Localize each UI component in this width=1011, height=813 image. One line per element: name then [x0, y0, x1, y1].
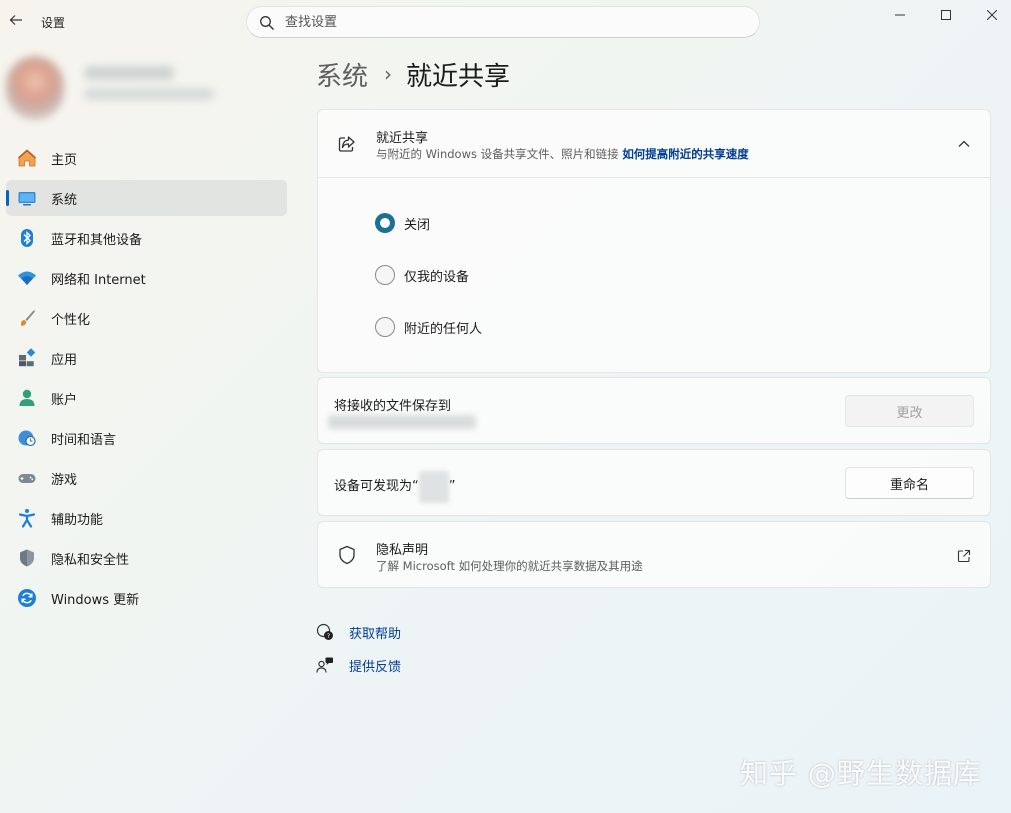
radio-option-off[interactable]: 关闭	[375, 211, 430, 235]
radio-option-my-devices[interactable]: 仅我的设备	[375, 263, 469, 287]
sidebar-item-home[interactable]: 主页	[6, 140, 287, 176]
give-feedback-link[interactable]: 提供反馈	[316, 653, 401, 677]
user-profile[interactable]	[6, 56, 236, 120]
maximize-button[interactable]	[923, 0, 969, 30]
nearby-sharing-subtitle: 与附近的 Windows 设备共享文件、照片和链接 如何提高附近的共享速度	[376, 146, 749, 162]
sidebar-item-apps[interactable]: 应用	[6, 340, 287, 376]
sidebar-item-gaming[interactable]: 游戏	[6, 460, 287, 496]
avatar	[6, 56, 64, 120]
help-chat-icon: ?	[316, 623, 334, 641]
sidebar-item-label: 系统	[51, 192, 78, 208]
globe-clock-icon	[17, 428, 37, 448]
sidebar-item-label: 游戏	[51, 472, 78, 488]
maximize-icon	[941, 10, 951, 20]
minimize-button[interactable]	[877, 0, 923, 30]
bluetooth-icon	[17, 228, 37, 248]
brush-icon	[17, 308, 37, 328]
shield-icon	[17, 548, 37, 568]
profile-email-redacted	[84, 88, 214, 100]
close-icon	[987, 10, 997, 20]
sidebar-nav: 主页 系统 蓝牙和其他设备 网络和 Internet 个性化 应用 账户 时间和…	[6, 140, 287, 620]
system-display-icon	[17, 188, 37, 208]
radio-label: 关闭	[404, 217, 431, 233]
feedback-icon	[316, 656, 334, 674]
sidebar-item-label: 蓝牙和其他设备	[51, 232, 143, 248]
shield-outline-icon	[336, 544, 358, 566]
sidebar-item-privacy-security[interactable]: 隐私和安全性	[6, 540, 287, 576]
minimize-icon	[895, 14, 905, 16]
chevron-up-icon[interactable]	[954, 134, 974, 154]
profile-name-redacted	[84, 66, 174, 80]
update-icon	[17, 588, 37, 608]
help-links: ? 获取帮助 提供反馈	[316, 620, 401, 686]
radio-button[interactable]	[375, 317, 395, 337]
sidebar-item-label: 时间和语言	[51, 432, 117, 448]
gamepad-icon	[17, 468, 37, 488]
discoverable-title: 设备可发现为“ ”	[334, 470, 456, 503]
sidebar-item-label: 主页	[51, 152, 78, 168]
sidebar-item-bluetooth[interactable]: 蓝牙和其他设备	[6, 220, 287, 256]
nearby-sharing-title: 就近共享	[376, 131, 429, 146]
wifi-icon	[17, 268, 37, 288]
device-name-redacted	[418, 470, 449, 503]
sidebar-item-network[interactable]: 网络和 Internet	[6, 260, 287, 296]
privacy-subtitle: 了解 Microsoft 如何处理你的就近共享数据及其用途	[376, 559, 643, 573]
sidebar-item-windows-update[interactable]: Windows 更新	[6, 580, 287, 616]
home-icon	[17, 148, 37, 168]
privacy-title: 隐私声明	[376, 543, 429, 558]
svg-text:?: ?	[327, 633, 330, 640]
nearby-sharing-card: 就近共享 与附近的 Windows 设备共享文件、照片和链接 如何提高附近的共享…	[317, 109, 991, 373]
title-bar: 设置	[0, 0, 1011, 44]
breadcrumb-parent[interactable]: 系统	[316, 56, 368, 93]
radio-label: 仅我的设备	[404, 269, 470, 285]
sidebar-item-label: 账户	[51, 392, 78, 408]
close-button[interactable]	[969, 0, 1011, 30]
accessibility-icon	[17, 508, 37, 528]
app-title: 设置	[41, 16, 66, 30]
nearby-sharing-description: 与附近的 Windows 设备共享文件、照片和链接	[376, 147, 619, 161]
sidebar-item-accounts[interactable]: 账户	[6, 380, 287, 416]
sidebar-item-accessibility[interactable]: 辅助功能	[6, 500, 287, 536]
radio-label: 附近的任何人	[404, 321, 483, 337]
save-location-title: 将接收的文件保存到	[334, 399, 452, 414]
discoverable-name-card: 设备可发现为“ ” 重命名	[317, 449, 991, 516]
save-path-redacted	[328, 415, 476, 429]
search-box[interactable]	[246, 6, 760, 38]
sidebar-item-label: 个性化	[51, 312, 91, 328]
privacy-statement-card[interactable]: 隐私声明 了解 Microsoft 如何处理你的就近共享数据及其用途	[317, 521, 991, 588]
breadcrumb: 系统 › 就近共享	[316, 56, 510, 92]
sidebar-item-label: 辅助功能	[51, 512, 104, 528]
get-help-link[interactable]: ? 获取帮助	[316, 620, 401, 644]
search-icon	[260, 16, 274, 30]
sidebar-item-system[interactable]: 系统	[6, 180, 287, 216]
discoverable-label: 设备可发现为“	[334, 479, 419, 494]
rename-button[interactable]: 重命名	[845, 467, 974, 499]
sidebar-item-label: Windows 更新	[51, 592, 140, 608]
feedback-label: 提供反馈	[349, 659, 402, 675]
search-input[interactable]	[285, 11, 745, 33]
speed-help-link[interactable]: 如何提高附近的共享速度	[622, 147, 749, 161]
nearby-sharing-header[interactable]: 就近共享 与附近的 Windows 设备共享文件、照片和链接 如何提高附近的共享…	[318, 110, 990, 178]
sidebar-item-personalization[interactable]: 个性化	[6, 300, 287, 336]
save-location-card: 将接收的文件保存到 更改	[317, 377, 991, 444]
watermark: 知乎 @野生数据库	[740, 757, 982, 790]
sidebar-item-label: 网络和 Internet	[51, 272, 146, 288]
account-icon	[17, 388, 37, 408]
page-title: 就近共享	[406, 61, 511, 92]
change-location-button[interactable]: 更改	[845, 395, 974, 427]
discoverable-label-end: ”	[448, 479, 456, 494]
radio-button[interactable]	[375, 265, 395, 285]
get-help-label: 获取帮助	[349, 626, 402, 642]
back-button[interactable]	[4, 8, 28, 32]
external-link-icon[interactable]	[954, 546, 974, 566]
sidebar-item-label: 隐私和安全性	[51, 552, 130, 568]
radio-option-everyone-nearby[interactable]: 附近的任何人	[375, 315, 482, 339]
arrow-left-icon	[9, 15, 22, 25]
share-icon	[336, 133, 358, 155]
radio-button[interactable]	[375, 213, 395, 233]
apps-icon	[17, 348, 37, 368]
sidebar-item-time-language[interactable]: 时间和语言	[6, 420, 287, 456]
breadcrumb-separator: ›	[384, 62, 393, 86]
sidebar-item-label: 应用	[51, 352, 78, 368]
